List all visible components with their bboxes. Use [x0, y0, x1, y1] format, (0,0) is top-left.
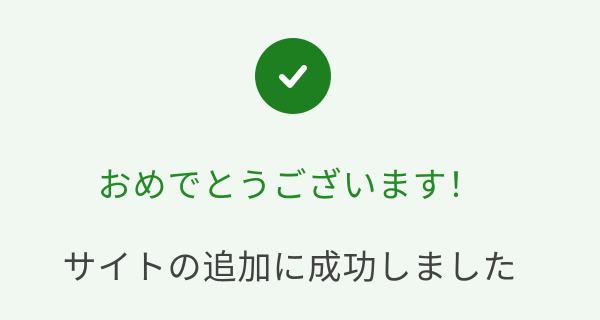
success-dialog: { "success": { "icon": "check-circle-ico…: [0, 0, 600, 320]
checkmark-icon: [279, 65, 307, 88]
congratulations-heading: おめでとうございます！: [97, 166, 483, 206]
site-added-message: サイトの追加に成功しました: [62, 248, 518, 288]
check-circle-icon: [255, 38, 331, 114]
